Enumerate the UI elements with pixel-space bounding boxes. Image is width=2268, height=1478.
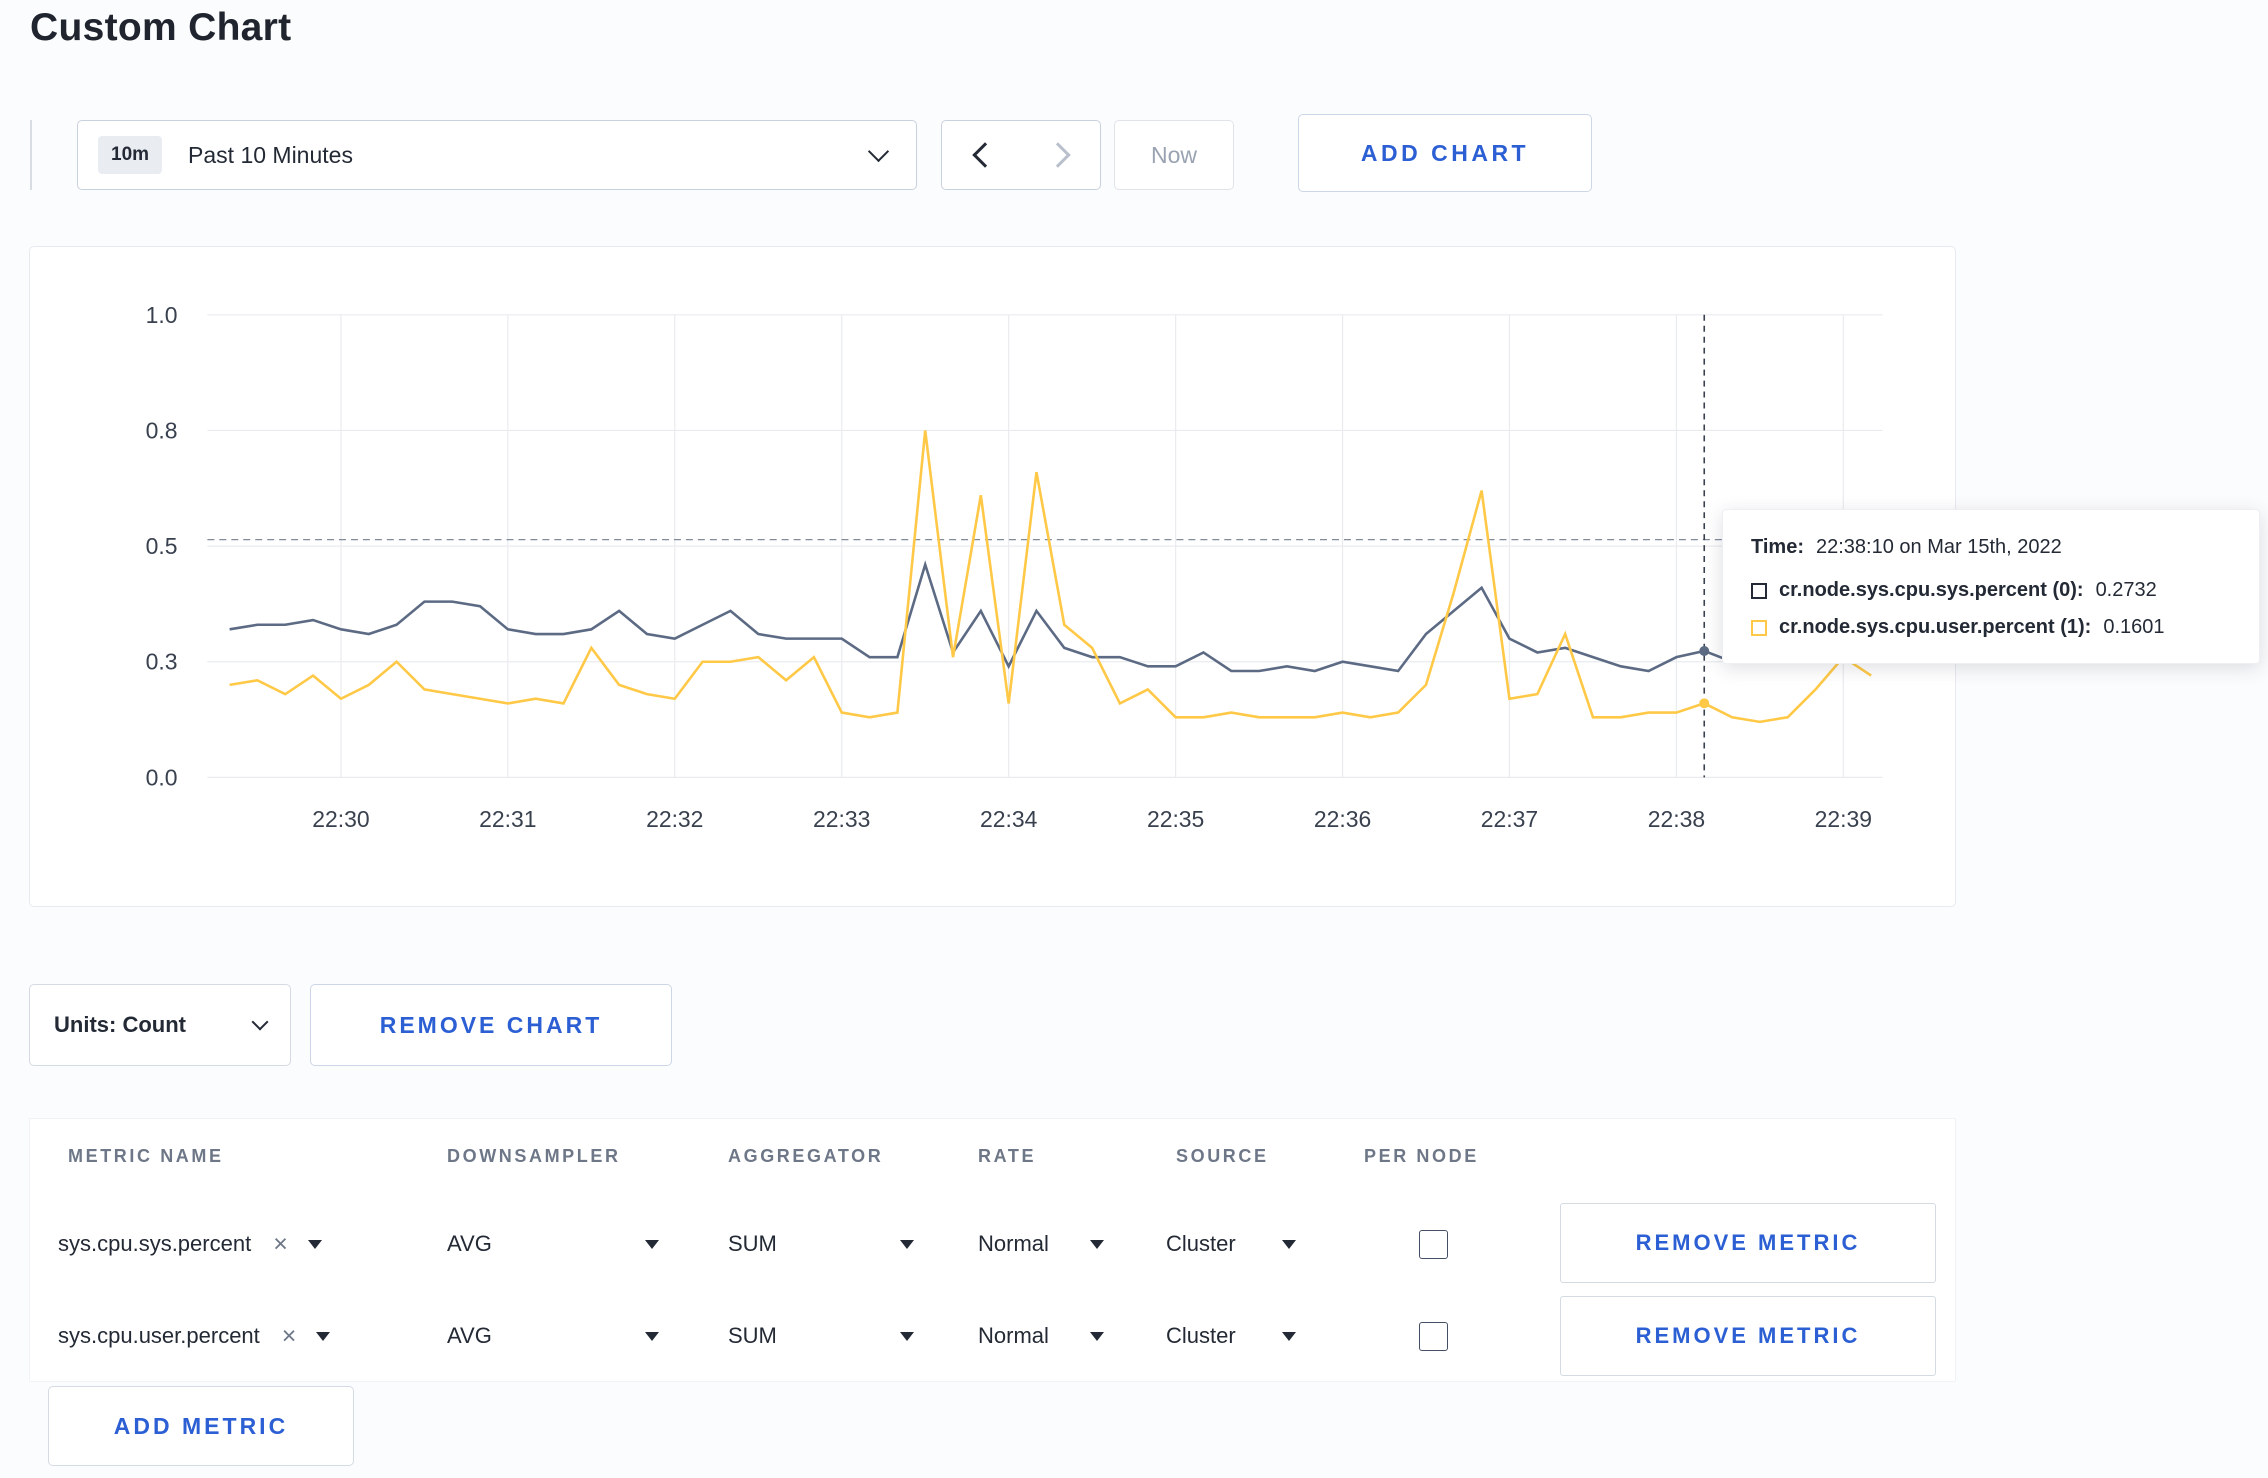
- svg-text:1.0: 1.0: [146, 302, 178, 328]
- chart-tooltip: Time: 22:38:10 on Mar 15th, 2022 cr.node.…: [1722, 509, 2260, 664]
- tooltip-series-row: cr.node.sys.cpu.user.percent (1): 0.1601: [1751, 616, 2231, 639]
- page-title: Custom Chart: [30, 6, 292, 49]
- svg-text:22:38: 22:38: [1648, 806, 1705, 832]
- downsampler-value: AVG: [447, 1323, 492, 1348]
- svg-text:22:36: 22:36: [1314, 806, 1371, 832]
- remove-metric-button[interactable]: REMOVE METRIC: [1560, 1203, 1936, 1283]
- caret-down-icon: [1090, 1331, 1104, 1341]
- caret-down-icon: [1090, 1239, 1104, 1249]
- tooltip-series-value: 0.1601: [2103, 616, 2165, 638]
- aggregator-select[interactable]: SUM: [728, 1216, 914, 1272]
- downsampler-select[interactable]: AVG: [447, 1216, 659, 1272]
- caret-down-icon: [307, 1239, 322, 1249]
- rate-value: Normal: [978, 1231, 1049, 1256]
- series-user-swatch-icon: [1751, 619, 1767, 636]
- rate-select[interactable]: Normal: [978, 1216, 1104, 1272]
- svg-text:0.8: 0.8: [146, 417, 178, 443]
- chevron-right-icon: [1044, 142, 1071, 168]
- caret-down-icon: [645, 1331, 659, 1341]
- metric-name-value: sys.cpu.user.percent: [58, 1323, 260, 1348]
- column-header-aggregator: AGGREGATOR: [728, 1146, 884, 1166]
- toolbar-divider: [30, 120, 32, 190]
- column-header-rate: RATE: [978, 1146, 1037, 1166]
- metric-name-select[interactable]: sys.cpu.user.percent ×: [58, 1308, 388, 1364]
- remove-chart-button[interactable]: REMOVE CHART: [310, 984, 672, 1066]
- aggregator-value: SUM: [728, 1323, 777, 1348]
- column-header-metric-name: METRIC NAME: [68, 1146, 224, 1166]
- column-header-source: SOURCE: [1176, 1146, 1269, 1166]
- column-header-downsampler: DOWNSAMPLER: [447, 1146, 621, 1166]
- time-range-label: Past 10 Minutes: [188, 141, 353, 168]
- column-header-per-node: PER NODE: [1364, 1146, 1479, 1166]
- tooltip-time: Time: 22:38:10 on Mar 15th, 2022: [1751, 536, 2231, 559]
- source-select[interactable]: Cluster: [1166, 1308, 1296, 1364]
- aggregator-select[interactable]: SUM: [728, 1308, 914, 1364]
- svg-text:22:30: 22:30: [312, 806, 369, 832]
- cpu-percent-chart[interactable]: 0.0 0.3 0.5 0.8 1.0 22:30 22:31 22:32 22:33 22:34…: [30, 247, 1955, 906]
- add-chart-button[interactable]: ADD CHART: [1298, 114, 1592, 192]
- svg-text:0.3: 0.3: [146, 649, 178, 675]
- source-value: Cluster: [1166, 1323, 1236, 1348]
- time-range-badge: 10m: [98, 136, 163, 174]
- aggregator-value: SUM: [728, 1231, 777, 1256]
- metric-name-value: sys.cpu.sys.percent: [58, 1231, 252, 1256]
- units-dropdown[interactable]: Units: Count: [29, 984, 291, 1066]
- per-node-checkbox[interactable]: [1419, 1322, 1448, 1351]
- svg-text:22:33: 22:33: [813, 806, 870, 832]
- chevron-down-icon: [251, 1013, 269, 1030]
- tooltip-series-name: cr.node.sys.cpu.sys.percent (0):: [1779, 579, 2084, 601]
- svg-text:22:31: 22:31: [479, 806, 536, 832]
- caret-down-icon: [1282, 1239, 1296, 1249]
- svg-text:0.5: 0.5: [146, 533, 178, 559]
- clear-metric-icon[interactable]: ×: [282, 1323, 297, 1349]
- tooltip-series-row: cr.node.sys.cpu.sys.percent (0): 0.2732: [1751, 579, 2231, 602]
- per-node-checkbox[interactable]: [1419, 1230, 1448, 1259]
- caret-down-icon: [1282, 1331, 1296, 1341]
- svg-text:22:32: 22:32: [646, 806, 703, 832]
- svg-text:0.0: 0.0: [146, 764, 178, 790]
- series-sys-swatch-icon: [1751, 582, 1767, 599]
- time-next-button[interactable]: [1021, 121, 1100, 189]
- rate-value: Normal: [978, 1323, 1049, 1348]
- svg-text:22:37: 22:37: [1481, 806, 1538, 832]
- time-prev-button[interactable]: [942, 121, 1021, 189]
- metric-name-select[interactable]: sys.cpu.sys.percent ×: [58, 1216, 388, 1272]
- time-nav-group: [941, 120, 1101, 190]
- svg-text:22:35: 22:35: [1147, 806, 1204, 832]
- svg-text:22:39: 22:39: [1815, 806, 1872, 832]
- caret-down-icon: [316, 1331, 331, 1341]
- tooltip-time-label: Time:: [1751, 536, 1804, 558]
- downsampler-value: AVG: [447, 1231, 492, 1256]
- tooltip-time-value: 22:38:10 on Mar 15th, 2022: [1815, 536, 2062, 558]
- now-button[interactable]: Now: [1114, 120, 1234, 190]
- add-metric-button[interactable]: ADD METRIC: [48, 1386, 354, 1466]
- chevron-down-icon: [867, 140, 890, 163]
- tooltip-series-name: cr.node.sys.cpu.user.percent (1):: [1779, 616, 2092, 638]
- caret-down-icon: [900, 1331, 914, 1341]
- units-label: Units: Count: [54, 1012, 186, 1037]
- caret-down-icon: [645, 1239, 659, 1249]
- caret-down-icon: [900, 1239, 914, 1249]
- tooltip-series-value: 0.2732: [2095, 579, 2157, 601]
- svg-text:22:34: 22:34: [980, 806, 1038, 832]
- downsampler-select[interactable]: AVG: [447, 1308, 659, 1364]
- time-range-dropdown[interactable]: 10m Past 10 Minutes: [77, 120, 917, 190]
- clear-metric-icon[interactable]: ×: [273, 1231, 288, 1257]
- chevron-left-icon: [971, 142, 998, 168]
- chart-panel: 0.0 0.3 0.5 0.8 1.0 22:30 22:31 22:32 22:33 22:34…: [29, 246, 1956, 907]
- remove-metric-button[interactable]: REMOVE METRIC: [1560, 1296, 1936, 1376]
- rate-select[interactable]: Normal: [978, 1308, 1104, 1364]
- source-value: Cluster: [1166, 1231, 1236, 1256]
- source-select[interactable]: Cluster: [1166, 1216, 1296, 1272]
